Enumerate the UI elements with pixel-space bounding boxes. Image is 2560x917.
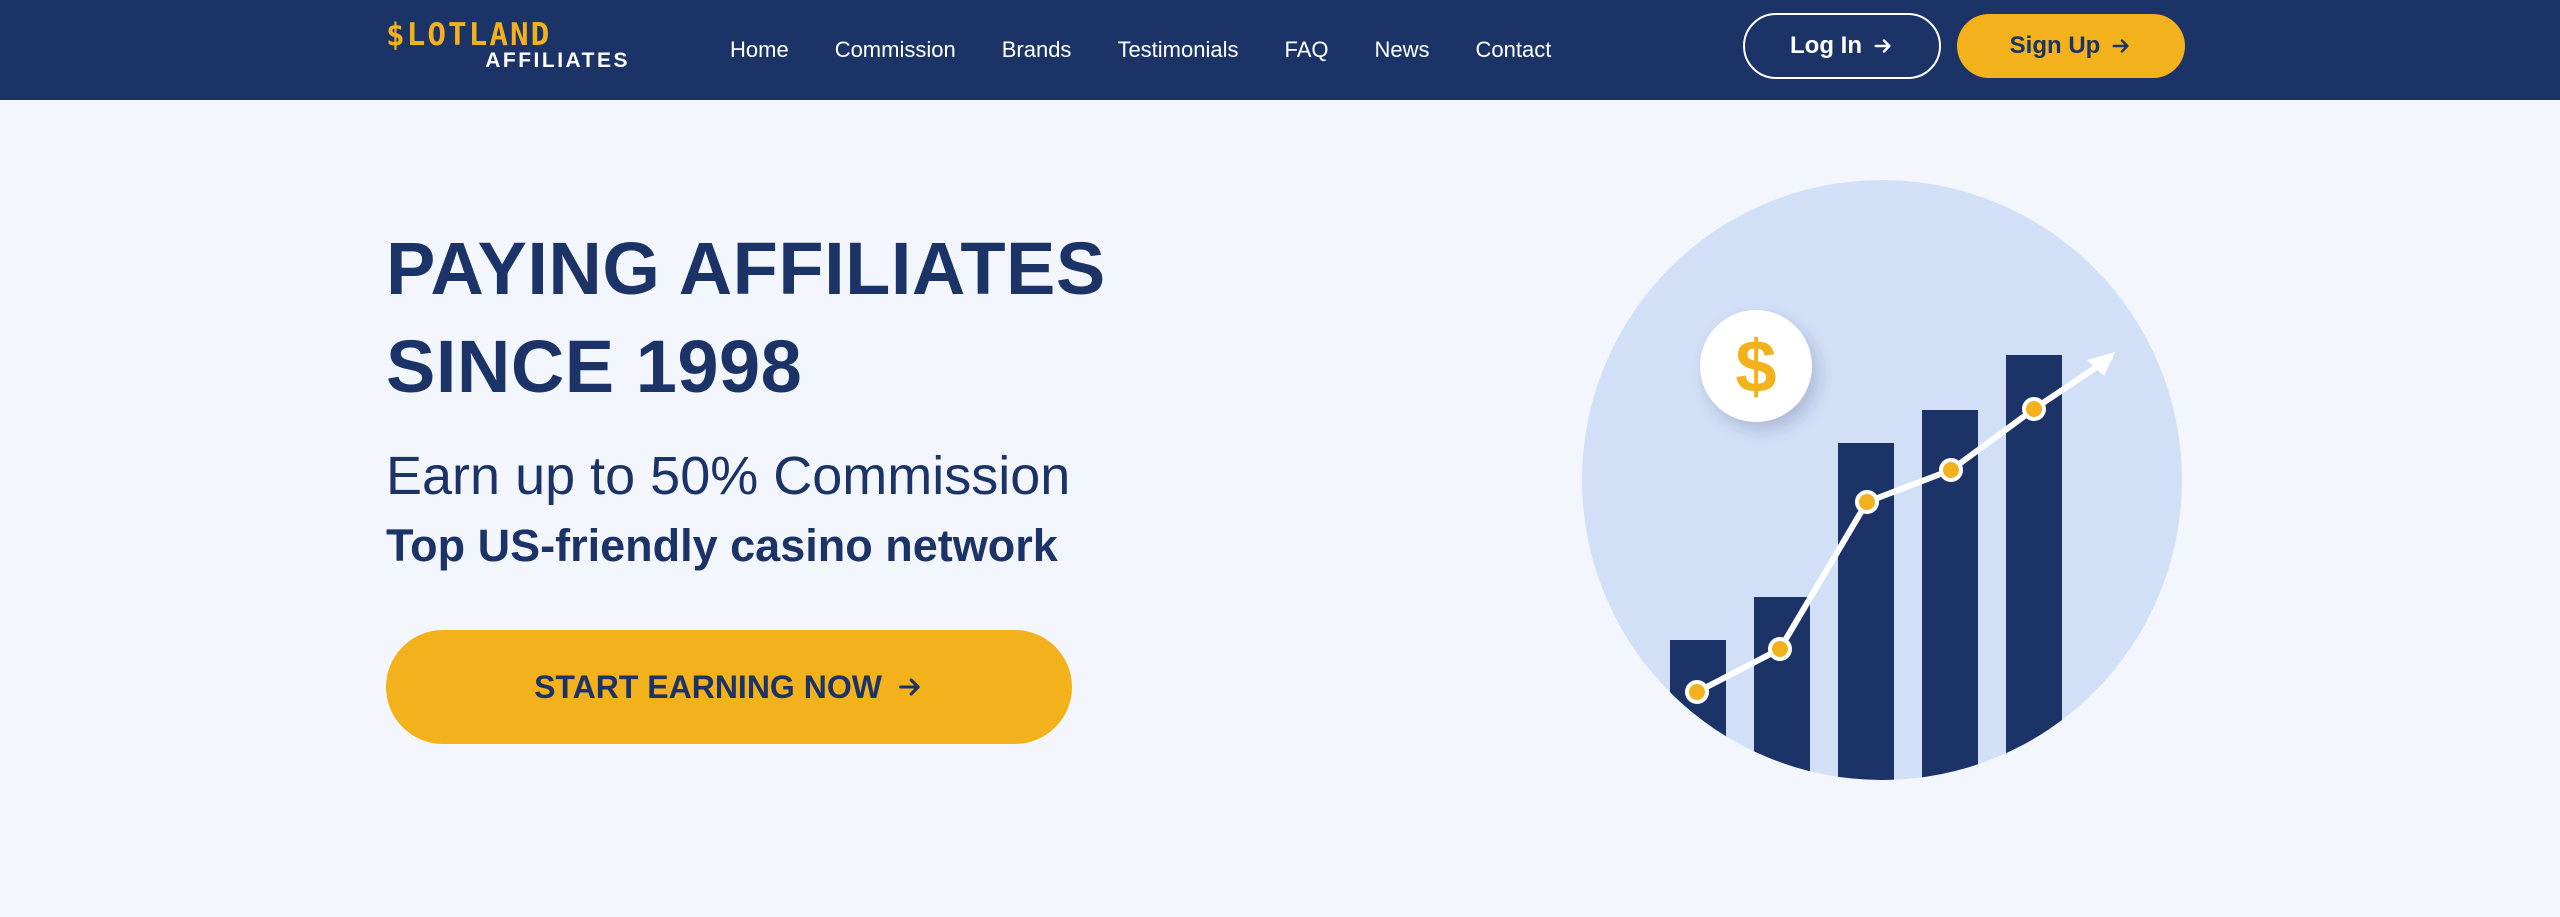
hero-headline: PAYING AFFILIATES SINCE 1998 [386, 220, 1106, 416]
main-nav: Home Commission Brands Testimonials FAQ … [730, 0, 1551, 100]
login-button[interactable]: Log In [1743, 13, 1941, 79]
signup-button[interactable]: Sign Up [1957, 14, 2185, 78]
chart-bar [1754, 597, 1810, 780]
arrow-right-icon [2112, 39, 2129, 53]
nav-testimonials[interactable]: Testimonials [1117, 37, 1238, 63]
hero-subheadline: Earn up to 50% Commission [386, 446, 1071, 506]
start-earning-button-label: START EARNING NOW [534, 668, 882, 705]
hero-tagline: Top US-friendly casino network [386, 520, 1058, 571]
trend-point [1855, 490, 1879, 514]
trend-point [2022, 397, 2046, 421]
dollar-sign: $ [1735, 325, 1776, 408]
start-earning-button[interactable]: START EARNING NOW [386, 630, 1072, 744]
trend-point [1685, 680, 1709, 704]
site-header: $LOTLAND AFFILIATES Home Commission Bran… [0, 0, 2560, 100]
logo-wordmark: $LOTLAND [386, 17, 552, 53]
hero-headline-line1: PAYING AFFILIATES [386, 227, 1106, 310]
hero-headline-line2: SINCE 1998 [386, 325, 803, 408]
nav-faq[interactable]: FAQ [1284, 37, 1328, 63]
trend-point [1939, 458, 1963, 482]
nav-news[interactable]: News [1375, 37, 1430, 63]
logo-subtitle: AFFILIATES [485, 49, 630, 72]
chart-bar [1670, 640, 1726, 780]
logo[interactable]: $LOTLAND AFFILIATES [386, 20, 632, 72]
nav-contact[interactable]: Contact [1476, 37, 1552, 63]
login-button-label: Log In [1790, 32, 1862, 59]
arrow-right-icon [899, 678, 920, 696]
trend-point [1768, 637, 1792, 661]
nav-brands[interactable]: Brands [1002, 37, 1072, 63]
growth-chart-illustration: $ [1582, 180, 2182, 780]
signup-button-label: Sign Up [2009, 32, 2101, 59]
nav-home[interactable]: Home [730, 37, 789, 63]
arrow-right-icon [1874, 39, 1891, 53]
nav-commission[interactable]: Commission [835, 37, 956, 63]
dollar-coin-icon: $ [1700, 310, 1812, 422]
